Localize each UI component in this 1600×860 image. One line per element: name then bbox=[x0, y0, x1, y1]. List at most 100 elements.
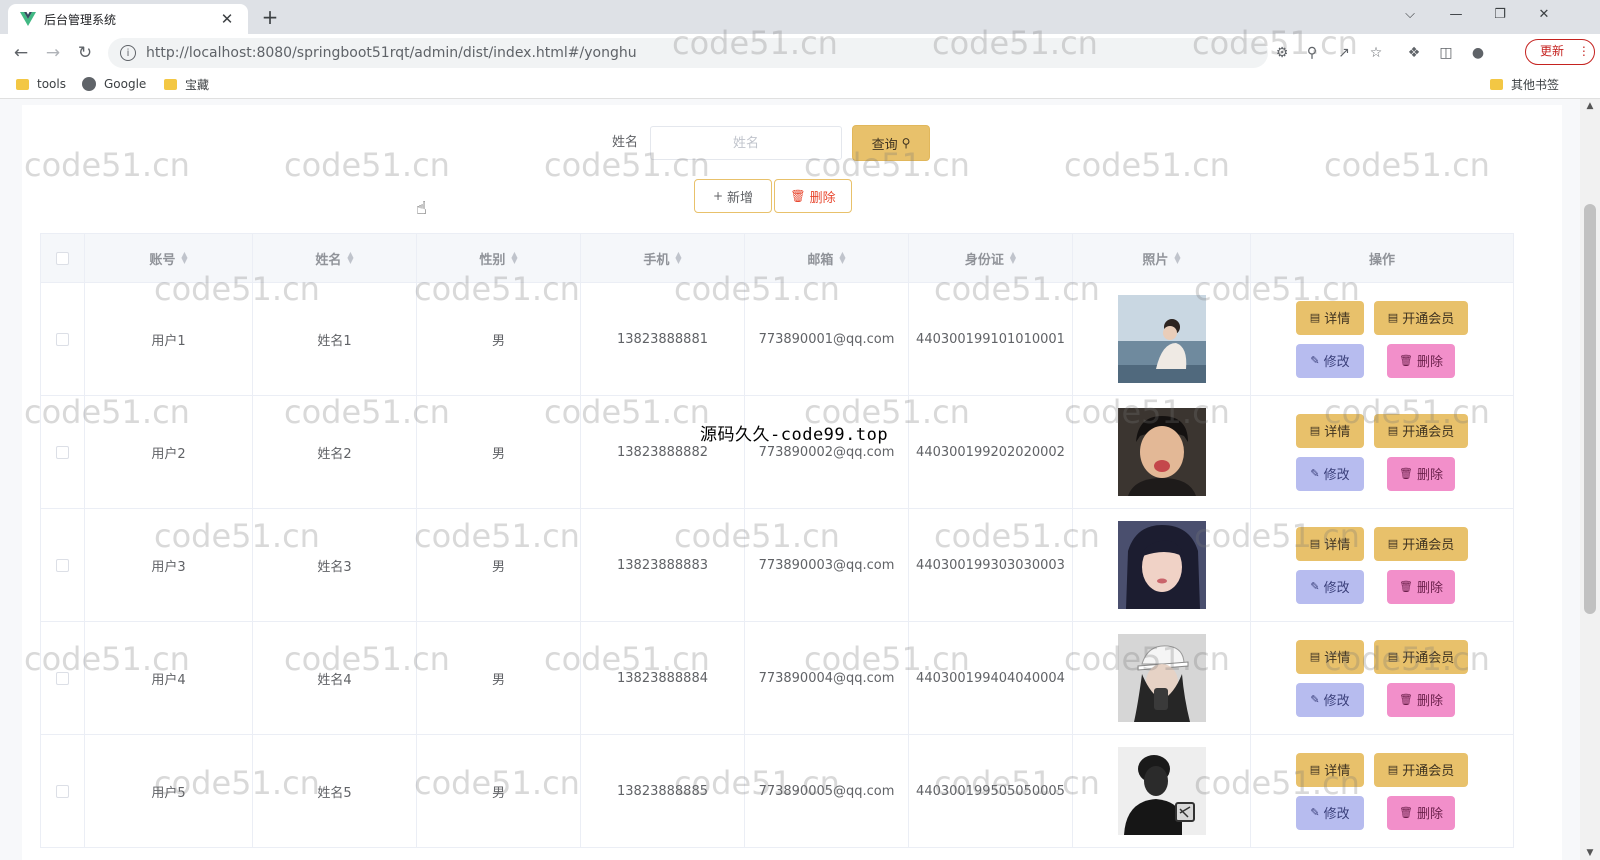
zoom-icon[interactable]: ⚲ bbox=[1302, 43, 1322, 63]
other-bookmarks[interactable]: 其他书签 bbox=[1490, 74, 1559, 94]
share-icon[interactable]: ↗ bbox=[1334, 43, 1354, 63]
detail-button[interactable]: ▤ 详情 bbox=[1296, 526, 1364, 561]
cell-name: 姓名5 bbox=[253, 735, 417, 847]
table-row: 用户2 姓名2 男 13823888882 773890002@qq.com 4… bbox=[41, 396, 1513, 509]
restore-icon[interactable]: ❐ bbox=[1478, 0, 1522, 30]
edit-button[interactable]: ✎ 修改 bbox=[1296, 682, 1364, 717]
reload-icon[interactable]: ↻ bbox=[72, 40, 98, 66]
detail-button[interactable]: ▤ 详情 bbox=[1296, 300, 1364, 335]
bookmark-treasure[interactable]: 宝藏 bbox=[164, 74, 209, 94]
cell-name: 姓名1 bbox=[253, 283, 417, 395]
folder-icon bbox=[1490, 78, 1503, 90]
key-icon[interactable]: ⚙ bbox=[1272, 43, 1292, 63]
detail-button[interactable]: ▤ 详情 bbox=[1296, 413, 1364, 448]
scroll-thumb[interactable] bbox=[1584, 204, 1596, 614]
edit-button[interactable]: ✎ 修改 bbox=[1296, 569, 1364, 604]
user-photo[interactable] bbox=[1117, 408, 1206, 496]
select-all-checkbox[interactable] bbox=[56, 251, 69, 265]
address-bar[interactable]: i http://localhost:8080/springboot51rqt/… bbox=[108, 38, 1268, 68]
search-input[interactable] bbox=[650, 126, 842, 160]
delete-button[interactable]: 🗑 删除 bbox=[1387, 569, 1455, 604]
window-close-icon[interactable]: ✕ bbox=[1522, 0, 1566, 30]
side-panel-icon[interactable]: ◫ bbox=[1436, 43, 1456, 63]
sort-icon: ▲ ▼ bbox=[1009, 250, 1017, 265]
hand-cursor-icon: ☝ bbox=[416, 198, 427, 219]
cell-name: 姓名4 bbox=[253, 622, 417, 734]
table-row: 用户4 姓名4 男 13823888884 773890004@qq.com 4… bbox=[41, 622, 1513, 735]
detail-button[interactable]: ▤ 详情 bbox=[1296, 752, 1364, 787]
document-icon: ▤ bbox=[1387, 311, 1399, 324]
open-vip-button[interactable]: ▤ 开通会员 bbox=[1374, 413, 1468, 448]
bookmark-google[interactable]: Google bbox=[82, 74, 146, 94]
add-button[interactable]: + 新增 bbox=[694, 179, 772, 213]
minimize-icon[interactable]: — bbox=[1434, 0, 1478, 30]
star-icon[interactable]: ☆ bbox=[1366, 43, 1386, 63]
cell-account: 用户4 bbox=[85, 622, 253, 734]
header-select-all bbox=[41, 234, 85, 282]
browser-tab[interactable]: 后台管理系统 ✕ bbox=[8, 4, 248, 34]
row-checkbox[interactable] bbox=[56, 332, 69, 346]
delete-button[interactable]: 🗑 删除 bbox=[1387, 682, 1455, 717]
new-tab-button[interactable]: + bbox=[258, 5, 282, 29]
edit-button[interactable]: ✎ 修改 bbox=[1296, 795, 1364, 830]
cell-email: 773890002@qq.com bbox=[745, 396, 909, 508]
user-photo[interactable] bbox=[1117, 295, 1206, 383]
delete-button[interactable]: 🗑 删除 bbox=[1387, 343, 1455, 378]
row-checkbox[interactable] bbox=[56, 558, 69, 572]
tab-search-icon[interactable]: ⌵ bbox=[1388, 0, 1432, 30]
row-checkbox[interactable] bbox=[56, 671, 69, 685]
sort-icon: ▲ ▼ bbox=[347, 250, 354, 265]
page-scrollbar[interactable]: ▲ ▼ bbox=[1580, 99, 1600, 860]
open-vip-button[interactable]: ▤ 开通会员 bbox=[1374, 526, 1468, 561]
bookmark-tools[interactable]: tools bbox=[16, 74, 66, 94]
browser-toolbar: ← → ↻ i http://localhost:8080/springboot… bbox=[0, 34, 1600, 70]
cell-phone: 13823888884 bbox=[581, 622, 745, 734]
document-icon: ▤ bbox=[1387, 424, 1399, 437]
scroll-up-icon[interactable]: ▲ bbox=[1584, 101, 1596, 111]
url-text: http://localhost:8080/springboot51rqt/ad… bbox=[146, 45, 637, 61]
query-button[interactable]: 查询 ⚲ bbox=[852, 125, 930, 161]
header-name[interactable]: 姓名 ▲ ▼ bbox=[253, 234, 417, 282]
header-phone[interactable]: 手机 ▲ ▼ bbox=[581, 234, 745, 282]
header-id-card[interactable]: 身份证 ▲ ▼ bbox=[909, 234, 1073, 282]
user-photo[interactable] bbox=[1117, 521, 1206, 609]
extensions-icon[interactable]: ❖ bbox=[1404, 43, 1424, 63]
cell-id-card: 440300199404040004 bbox=[909, 622, 1073, 734]
menu-dots-icon: ⋮ bbox=[1577, 44, 1590, 58]
user-photo[interactable] bbox=[1117, 747, 1206, 835]
search-label: 姓名 bbox=[612, 135, 639, 150]
cell-account: 用户3 bbox=[85, 509, 253, 621]
folder-icon bbox=[164, 78, 177, 90]
forward-arrow-icon[interactable]: → bbox=[40, 40, 66, 66]
edit-icon: ✎ bbox=[1310, 580, 1320, 593]
profile-icon[interactable]: ● bbox=[1468, 43, 1488, 63]
cell-account: 用户2 bbox=[85, 396, 253, 508]
open-vip-button[interactable]: ▤ 开通会员 bbox=[1374, 300, 1468, 335]
edit-button[interactable]: ✎ 修改 bbox=[1296, 456, 1364, 491]
folder-icon bbox=[16, 78, 29, 90]
open-vip-button[interactable]: ▤ 开通会员 bbox=[1374, 639, 1468, 674]
header-photo[interactable]: 照片 ▲ ▼ bbox=[1073, 234, 1251, 282]
update-button[interactable]: 更新 ⋮ bbox=[1525, 39, 1595, 65]
delete-button[interactable]: 🗑 删除 bbox=[1387, 456, 1455, 491]
cell-account: 用户1 bbox=[85, 283, 253, 395]
detail-button[interactable]: ▤ 详情 bbox=[1296, 639, 1364, 674]
trash-icon: 🗑 bbox=[1399, 354, 1413, 367]
document-icon: ▤ bbox=[1309, 311, 1321, 324]
back-arrow-icon[interactable]: ← bbox=[8, 40, 34, 66]
row-checkbox[interactable] bbox=[56, 784, 69, 798]
header-account[interactable]: 账号 ▲ ▼ bbox=[85, 234, 253, 282]
edit-button[interactable]: ✎ 修改 bbox=[1296, 343, 1364, 378]
batch-delete-button[interactable]: 🗑 删除 bbox=[774, 179, 852, 213]
header-email[interactable]: 邮箱 ▲ ▼ bbox=[745, 234, 909, 282]
user-photo[interactable] bbox=[1117, 634, 1206, 722]
delete-button[interactable]: 🗑 删除 bbox=[1387, 795, 1455, 830]
scroll-down-icon[interactable]: ▼ bbox=[1584, 848, 1596, 858]
close-tab-icon[interactable]: ✕ bbox=[218, 10, 236, 28]
open-vip-button[interactable]: ▤ 开通会员 bbox=[1374, 752, 1468, 787]
header-gender[interactable]: 性别 ▲ ▼ bbox=[417, 234, 581, 282]
cell-email: 773890001@qq.com bbox=[745, 283, 909, 395]
row-checkbox[interactable] bbox=[56, 445, 69, 459]
site-info-icon[interactable]: i bbox=[120, 45, 136, 61]
cell-phone: 13823888885 bbox=[581, 735, 745, 847]
